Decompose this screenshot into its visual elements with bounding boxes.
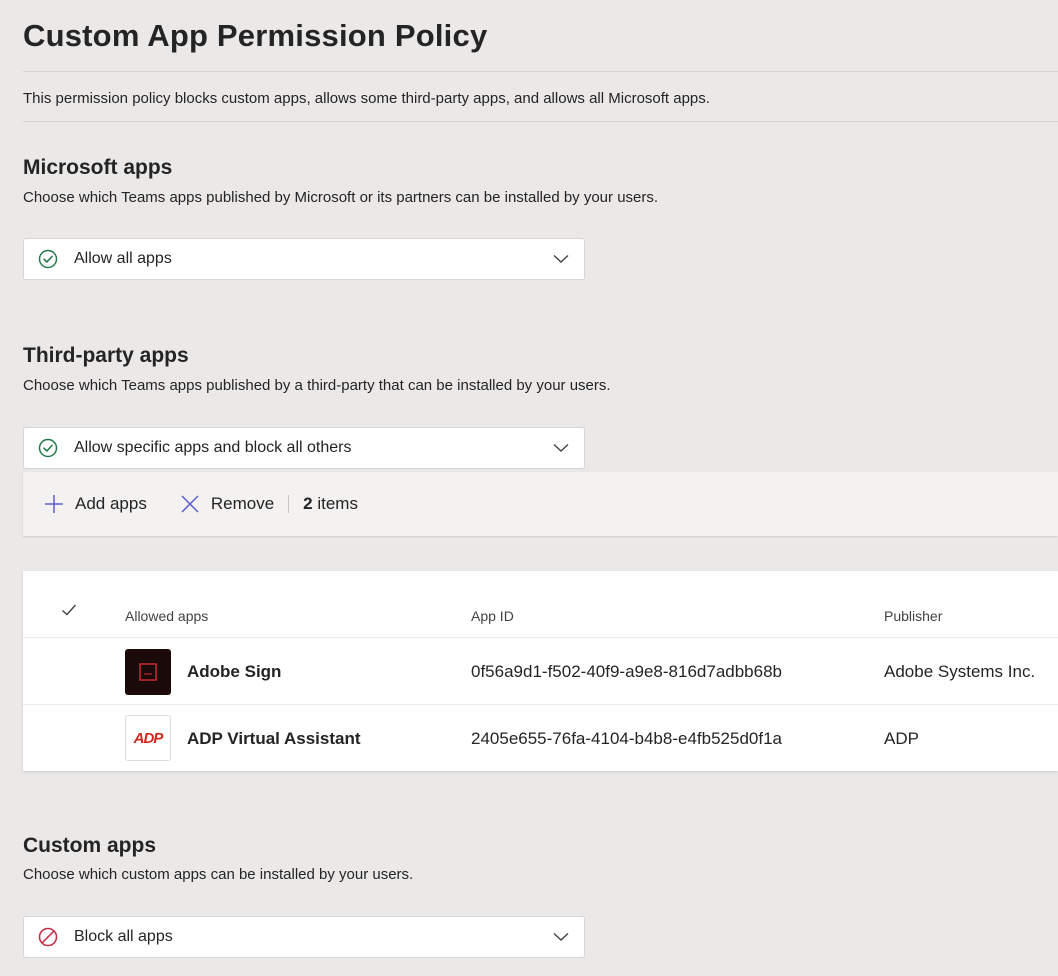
plus-icon xyxy=(42,492,66,516)
page-description: This permission policy blocks custom app… xyxy=(23,90,710,107)
third-party-apps-selected-value: Allow specific apps and block all others xyxy=(74,439,352,456)
custom-apps-selected-value: Block all apps xyxy=(74,928,173,945)
check-circle-icon xyxy=(38,249,58,269)
third-party-apps-title: Third-party apps xyxy=(23,344,189,367)
custom-apps-subtitle: Choose which custom apps can be installe… xyxy=(23,866,414,883)
custom-apps-title: Custom apps xyxy=(23,834,157,857)
app-publisher: Adobe Systems Inc. xyxy=(884,662,1036,681)
custom-apps-dropdown[interactable]: Block all apps xyxy=(23,916,585,958)
item-count-number: 2 xyxy=(303,494,313,513)
adobe-sign-logo xyxy=(125,649,171,695)
table-row[interactable]: Adobe Sign 0f56a9d1-f502-40f9-a9e8-816d7… xyxy=(23,637,1058,704)
description-divider xyxy=(23,121,1058,122)
chevron-down-icon xyxy=(552,928,570,946)
app-id: 2405e655-76fa-4104-b4b8-e4fb525d0f1a xyxy=(471,729,782,748)
permission-policy-page: Custom App Permission Policy This permis… xyxy=(0,0,1058,976)
item-count-suffix: items xyxy=(312,494,358,513)
block-circle-icon xyxy=(38,927,58,947)
column-header-app-id[interactable]: App ID xyxy=(471,608,514,624)
item-count: 2 items xyxy=(303,494,358,514)
add-apps-label: Add apps xyxy=(75,494,147,513)
chevron-down-icon xyxy=(552,250,570,268)
add-apps-button[interactable]: Add apps xyxy=(42,492,147,516)
adp-logo-text: ADP xyxy=(133,729,164,747)
app-publisher: ADP xyxy=(884,729,919,748)
toolbar-separator xyxy=(288,495,290,513)
close-icon xyxy=(178,492,202,516)
app-name: Adobe Sign xyxy=(187,662,282,681)
column-header-publisher[interactable]: Publisher xyxy=(884,608,942,624)
page-title: Custom App Permission Policy xyxy=(23,18,488,53)
app-id: 0f56a9d1-f502-40f9-a9e8-816d7adbb68b xyxy=(471,662,782,681)
remove-button[interactable]: Remove xyxy=(178,492,274,516)
adp-logo: ADP xyxy=(125,715,171,761)
select-all-checkmark-icon[interactable] xyxy=(61,603,77,622)
microsoft-apps-subtitle: Choose which Teams apps published by Mic… xyxy=(23,189,659,206)
microsoft-apps-title: Microsoft apps xyxy=(23,156,173,179)
allowed-apps-table: Allowed apps App ID Publisher Adobe Sign… xyxy=(23,571,1058,771)
app-name: ADP Virtual Assistant xyxy=(187,729,361,748)
column-header-allowed-apps[interactable]: Allowed apps xyxy=(125,608,208,624)
remove-label: Remove xyxy=(210,494,275,513)
third-party-apps-subtitle: Choose which Teams apps published by a t… xyxy=(23,377,611,394)
apps-toolbar: Add apps Remove 2 items xyxy=(23,472,1058,536)
table-row[interactable]: ADP ADP Virtual Assistant 2405e655-76fa-… xyxy=(23,704,1058,771)
title-divider xyxy=(23,71,1058,72)
check-circle-icon xyxy=(38,438,58,458)
third-party-apps-dropdown[interactable]: Allow specific apps and block all others xyxy=(23,427,585,469)
chevron-down-icon xyxy=(552,439,570,457)
microsoft-apps-dropdown[interactable]: Allow all apps xyxy=(23,238,585,280)
microsoft-apps-selected-value: Allow all apps xyxy=(74,250,172,267)
